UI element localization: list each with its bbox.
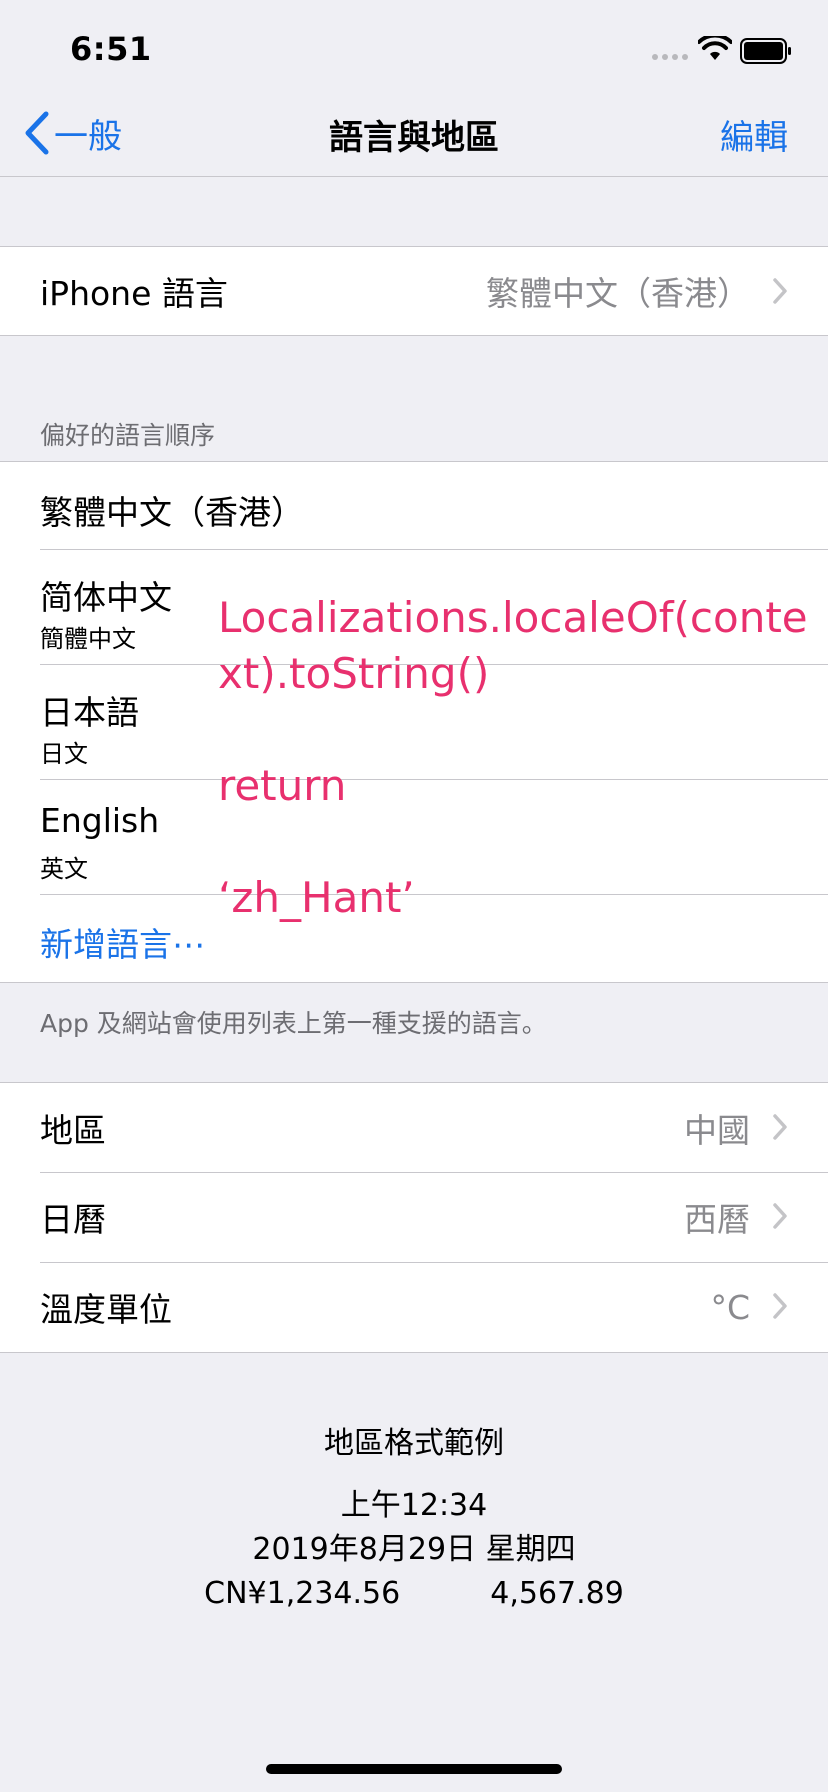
format-example-number: 4,567.89 [490, 1576, 624, 1611]
format-example-numbers: CN¥1,234.56 4,567.89 [0, 1572, 828, 1616]
region-value: 中國 [684, 1110, 750, 1150]
region-settings-group: 地區 中國 日曆 西曆 溫度單位 °C [0, 1082, 828, 1353]
add-language-label: 新增語言⋯ [40, 925, 205, 964]
chevron-right-icon [773, 1114, 787, 1140]
preferred-languages-header: 偏好的語言順序 [40, 421, 216, 450]
chevron-right-icon [773, 1293, 787, 1319]
region-format-example: 地區格式範例 上午12:34 2019年8月29日 星期四 CN¥1,234.5… [0, 1418, 828, 1616]
region-row[interactable]: 地區 中國 [0, 1083, 828, 1172]
language-name: 繁體中文（香港） [40, 493, 304, 532]
status-bar: 6:51 [0, 0, 828, 100]
iphone-language-row[interactable]: iPhone 語言 繁體中文（香港） [0, 247, 828, 335]
temperature-unit-label: 溫度單位 [40, 1290, 172, 1329]
language-item-zh-hk[interactable]: 繁體中文（香港） [0, 462, 828, 549]
calendar-row[interactable]: 日曆 西曆 [0, 1172, 828, 1262]
code-annotation-overlay: Localizations.localeOf(context).toString… [218, 590, 818, 926]
status-time: 6:51 [70, 30, 152, 68]
preferred-languages-footer: App 及網站會使用列表上第一種支援的語言。 [40, 1009, 547, 1038]
format-example-title: 地區格式範例 [324, 1426, 504, 1461]
iphone-language-value: 繁體中文（香港） [486, 274, 750, 313]
annotation-line-2: return [218, 761, 347, 810]
language-name: 简体中文 [40, 578, 172, 617]
battery-icon [740, 38, 791, 64]
wifi-icon [698, 36, 732, 60]
navigation-bar: 一般 語言與地區 編輯 [0, 100, 828, 177]
region-label: 地區 [40, 1110, 106, 1150]
calendar-value: 西曆 [684, 1200, 750, 1239]
annotation-line-1: Localizations.localeOf(context).toString… [218, 593, 808, 698]
temperature-unit-row[interactable]: 溫度單位 °C [0, 1262, 828, 1352]
iphone-language-group: iPhone 語言 繁體中文（香港） [0, 246, 828, 336]
calendar-label: 日曆 [40, 1200, 106, 1239]
iphone-language-label: iPhone 語言 [40, 274, 228, 313]
annotation-line-3: ‘zh_Hant’ [218, 873, 415, 922]
language-subtitle: 日文 [40, 740, 88, 768]
page-title: 語言與地區 [329, 118, 499, 158]
temperature-unit-value: °C [710, 1287, 750, 1327]
language-name: 日本語 [40, 693, 139, 732]
format-example-currency: CN¥1,234.56 [204, 1576, 401, 1611]
format-example-date: 2019年8月29日 星期四 [252, 1532, 576, 1567]
language-name: English [40, 801, 160, 840]
language-subtitle: 英文 [40, 855, 88, 883]
language-subtitle: 簡體中文 [40, 625, 136, 653]
cellular-signal-icon [652, 54, 688, 60]
edit-button[interactable]: 編輯 [720, 110, 788, 159]
chevron-right-icon [773, 278, 787, 304]
home-indicator[interactable] [266, 1764, 562, 1774]
chevron-right-icon [773, 1203, 787, 1229]
format-example-time: 上午12:34 [340, 1488, 488, 1523]
